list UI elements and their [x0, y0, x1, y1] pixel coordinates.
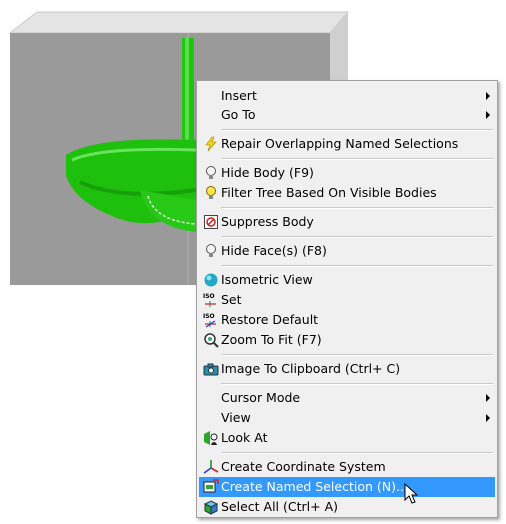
menu-item-view[interactable]: View [199, 408, 495, 428]
menu-item-label: View [221, 410, 251, 425]
menu-item-label: Create Coordinate System [221, 459, 386, 474]
bulb-icon [206, 166, 216, 179]
svg-text:ISO: ISO [203, 293, 215, 300]
bulb-on-icon [206, 186, 216, 199]
menu-item-label: Cursor Mode [221, 390, 301, 405]
menu-item-label: Create Named Selection (N)... [221, 479, 408, 494]
submenu-arrow-icon [486, 92, 490, 100]
menu-item-isometric-view[interactable]: Isometric View [199, 270, 495, 290]
menu-item-label: Isometric View [221, 272, 313, 287]
menu-item-select-all[interactable]: Select All (Ctrl+ A) [199, 497, 495, 517]
menu-item-create-coordinate-system[interactable]: Create Coordinate System [199, 457, 495, 477]
sphere-icon [204, 273, 218, 287]
svg-text:ISO: ISO [203, 313, 215, 320]
menu-item-label: Set [221, 292, 242, 307]
menu-separator [221, 354, 493, 356]
menu-item-label: Restore Default [221, 312, 319, 327]
menu-item-label: Repair Overlapping Named Selections [221, 136, 459, 151]
menu-item-go-to[interactable]: Go To [199, 105, 495, 125]
menu-item-zoom-to-fit[interactable]: Zoom To Fit (F7) [199, 330, 495, 350]
menu-item-filter-tree[interactable]: Filter Tree Based On Visible Bodies [199, 183, 495, 203]
suppress-icon [204, 215, 218, 229]
bulb-icon [206, 244, 216, 257]
menu-item-label: Insert [221, 88, 257, 103]
menu-item-restore-default[interactable]: ISO Restore Default [199, 310, 495, 330]
menu-separator [221, 129, 493, 131]
menu-item-label: Select All (Ctrl+ A) [221, 499, 338, 514]
menu-item-look-at[interactable]: Look At [199, 428, 495, 448]
menu-item-label: Look At [221, 430, 268, 445]
coordinate-system-icon [203, 460, 219, 474]
menu-separator [221, 383, 493, 385]
context-menu: Insert Go To Repair Overlapping Named Se… [196, 80, 498, 518]
iso-restore-icon: ISO [203, 313, 216, 328]
menu-item-hide-body[interactable]: Hide Body (F9) [199, 163, 495, 183]
menu-item-image-to-clipboard[interactable]: Image To Clipboard (Ctrl+ C) [199, 359, 495, 379]
menu-item-set[interactable]: ISO Set [199, 290, 495, 310]
menu-item-label: Zoom To Fit (F7) [221, 332, 322, 347]
iso-set-icon: ISO [203, 293, 216, 307]
menu-item-label: Filter Tree Based On Visible Bodies [221, 185, 437, 200]
menu-item-hide-faces[interactable]: Hide Face(s) (F8) [199, 241, 495, 261]
submenu-arrow-icon [486, 111, 490, 119]
mouse-cursor-icon [404, 483, 419, 504]
submenu-arrow-icon [486, 414, 490, 422]
zoom-fit-icon [204, 333, 219, 348]
camera-icon [203, 363, 219, 376]
select-all-icon [203, 500, 219, 515]
menu-item-label: Hide Face(s) (F8) [221, 243, 327, 258]
lightning-icon [205, 136, 217, 152]
menu-separator [221, 265, 493, 267]
menu-separator [221, 236, 493, 238]
look-at-icon [204, 431, 218, 445]
menu-item-label: Suppress Body [221, 214, 314, 229]
menu-item-suppress-body[interactable]: Suppress Body [199, 212, 495, 232]
menu-separator [221, 158, 493, 160]
menu-separator [221, 452, 493, 454]
menu-item-label: Hide Body (F9) [221, 165, 314, 180]
menu-item-repair-overlapping[interactable]: Repair Overlapping Named Selections [199, 134, 495, 154]
menu-item-cursor-mode[interactable]: Cursor Mode [199, 388, 495, 408]
submenu-arrow-icon [486, 394, 490, 402]
menu-item-label: Image To Clipboard (Ctrl+ C) [221, 361, 401, 376]
gray-block-top [8, 11, 350, 34]
menu-item-create-named-selection[interactable]: Create Named Selection (N)... [199, 477, 495, 497]
named-selection-icon [203, 479, 219, 493]
menu-separator [221, 207, 493, 209]
menu-item-label: Go To [221, 107, 256, 122]
menu-item-insert[interactable]: Insert [199, 86, 495, 106]
